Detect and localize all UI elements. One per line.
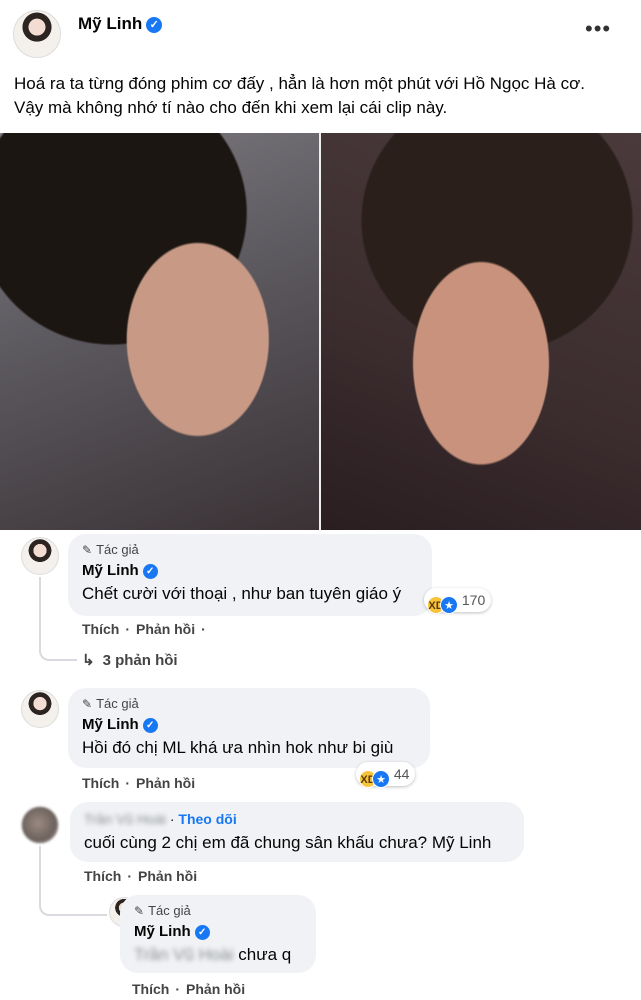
comment-actions: Thích · Phản hồi · xyxy=(82,621,212,637)
reply-author-name[interactable]: Mỹ Linh ✓ xyxy=(134,922,302,942)
reply-button[interactable]: Phản hồi xyxy=(136,621,195,637)
like-reaction-icon: ★ xyxy=(372,770,390,788)
reply-actions: Thích · Phản hồi xyxy=(132,981,251,997)
comment-text: cuối cùng 2 chị em đã chung sân khấu chư… xyxy=(84,833,492,852)
reply-text: Trần Vũ Hoài chưa q xyxy=(134,944,302,966)
more-options-icon[interactable]: ••• xyxy=(585,18,615,44)
comment-header: Trần Vũ Hoài · Theo dõi xyxy=(84,810,510,828)
thread-connector xyxy=(39,880,107,916)
author-avatar[interactable] xyxy=(13,10,61,58)
video-frame-right xyxy=(321,133,641,530)
author-badge-label: Tác giả xyxy=(96,696,139,711)
separator: · xyxy=(127,868,133,884)
comment-bubble: Trần Vũ Hoài · Theo dõi cuối cùng 2 chị … xyxy=(70,802,524,862)
reply-button[interactable]: Phản hồi xyxy=(136,775,195,791)
author-badge-label: Tác giả xyxy=(96,542,139,557)
separator: · xyxy=(125,621,131,637)
like-button[interactable]: Thích xyxy=(84,868,121,884)
video-frame-left xyxy=(0,133,319,530)
comment-author-label[interactable]: Mỹ Linh xyxy=(82,716,139,733)
reaction-count: 170 xyxy=(461,592,486,608)
comment-bubble: ✎ Tác giả Mỹ Linh ✓ Hồi đó chị ML khá ưa n… xyxy=(68,688,430,768)
author-badge-label: Tác giả xyxy=(148,903,191,918)
reply-bubble: ✎ Tác giả Mỹ Linh ✓ Trần Vũ Hoài chưa q xyxy=(120,895,316,973)
separator: · xyxy=(201,621,206,637)
comment-avatar[interactable] xyxy=(21,690,59,728)
separator: · xyxy=(169,811,175,827)
comment-actions: Thích · Phản hồi xyxy=(82,775,201,791)
verified-badge-icon: ✓ xyxy=(146,17,163,33)
reply-button[interactable]: Phản hồi xyxy=(138,868,197,884)
commenter-name[interactable]: Trần Vũ Hoài xyxy=(84,811,166,827)
like-button[interactable]: Thích xyxy=(132,981,169,997)
reply-button[interactable]: Phản hồi xyxy=(186,981,245,997)
comment-bubble: ✎ Tác giả Mỹ Linh ✓ Chết cười với thoại , … xyxy=(68,534,432,616)
author-badge: ✎ Tác giả xyxy=(82,542,418,558)
reaction-count: 44 xyxy=(393,766,410,782)
reply-message: chưa q xyxy=(238,945,292,964)
pen-icon: ✎ xyxy=(134,904,145,918)
verified-badge-icon: ✓ xyxy=(194,925,210,940)
comment-text: Chết cười với thoại , như ban tuyên giáo… xyxy=(82,584,402,603)
view-replies-link[interactable]: ↳ 3 phản hồi xyxy=(82,651,178,669)
separator: · xyxy=(175,981,181,997)
reaction-summary[interactable]: XD★ 170 xyxy=(424,588,492,614)
replies-count-label[interactable]: 3 phản hồi xyxy=(103,652,178,669)
author-badge: ✎ Tác giả xyxy=(134,903,302,919)
post-author-label[interactable]: Mỹ Linh xyxy=(78,14,142,33)
like-reaction-icon: ★ xyxy=(440,596,458,614)
verified-badge-icon: ✓ xyxy=(142,718,158,733)
comment-avatar[interactable] xyxy=(21,537,59,575)
comment-text: Hồi đó chị ML khá ưa nhìn hok như bi giù xyxy=(82,738,394,757)
post-text-line-2: Vậy mà không nhớ tí nào cho đến khi xem … xyxy=(14,98,448,117)
mention-tag[interactable]: Trần Vũ Hoài xyxy=(134,945,234,964)
commenter-avatar[interactable] xyxy=(21,806,59,844)
reply-author-label[interactable]: Mỹ Linh xyxy=(134,923,191,940)
post-media[interactable] xyxy=(0,133,641,530)
post-text: Hoá ra ta từng đóng phim cơ đấy , hẳn là… xyxy=(14,72,634,120)
comment-author-name[interactable]: Mỹ Linh ✓ xyxy=(82,561,418,581)
like-button[interactable]: Thích xyxy=(82,621,119,637)
post-author-name[interactable]: Mỹ Linh ✓ xyxy=(78,14,163,34)
verified-badge-icon: ✓ xyxy=(142,564,158,579)
like-button[interactable]: Thích xyxy=(82,775,119,791)
pen-icon: ✎ xyxy=(82,543,93,557)
comment-author-label[interactable]: Mỹ Linh xyxy=(82,562,139,579)
pen-icon: ✎ xyxy=(82,697,93,711)
follow-button[interactable]: Theo dõi xyxy=(178,811,236,827)
comment-author-name[interactable]: Mỹ Linh ✓ xyxy=(82,715,416,735)
separator: · xyxy=(125,775,131,791)
comment-actions: Thích · Phản hồi xyxy=(84,868,203,884)
post-text-line-1: Hoá ra ta từng đóng phim cơ đấy , hẳn là… xyxy=(14,74,585,93)
post-header: Mỹ Linh ✓ ••• xyxy=(0,0,641,66)
reply-arrow-icon: ↳ xyxy=(82,652,95,669)
reaction-summary[interactable]: XD★ 44 xyxy=(356,762,416,788)
author-badge: ✎ Tác giả xyxy=(82,696,416,712)
